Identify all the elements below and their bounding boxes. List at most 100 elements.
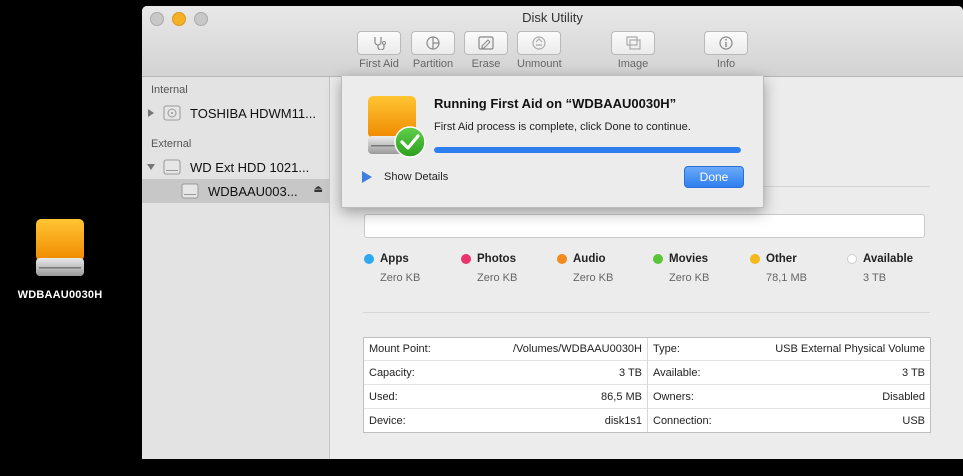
sidebar-item-label: WDBAAU003...: [208, 183, 298, 199]
desktop-drive-label: WDBAAU0030H: [17, 289, 103, 301]
info-value: 86,5 MB: [601, 391, 642, 403]
sheet-message: First Aid process is complete, click Don…: [434, 121, 691, 133]
usage-bar: [364, 214, 925, 238]
divider: [363, 312, 930, 313]
partition-button[interactable]: Partition: [411, 31, 455, 70]
info-value: 3 TB: [901, 367, 925, 379]
info-value: USB: [902, 414, 925, 427]
legend-photos: Photos Zero KB: [461, 253, 517, 284]
info-value: disk1s1: [604, 414, 642, 427]
sidebar-section-internal: Internal: [151, 84, 188, 96]
drive-checkmark-icon: [368, 96, 426, 158]
sidebar-item-external-disk[interactable]: WD Ext HDD 1021...: [142, 155, 329, 179]
sidebar-item-internal-disk[interactable]: TOSHIBA HDWM11...: [142, 101, 329, 125]
info-key: Capacity:: [369, 367, 415, 379]
info-row-owners: Owners: Disabled: [648, 386, 930, 409]
apps-color-dot: [364, 254, 374, 264]
info-button[interactable]: Info: [704, 31, 748, 70]
legend-label: Other: [766, 253, 797, 265]
sidebar-item-external-volume[interactable]: WDBAAU003... ⏏: [142, 179, 329, 203]
info-value: 3 TB: [618, 367, 642, 379]
erase-button[interactable]: Erase: [464, 31, 508, 70]
unmount-icon: [532, 36, 546, 50]
info-label: Info: [716, 58, 736, 70]
info-value: Disabled: [882, 391, 925, 403]
first-aid-button[interactable]: First Aid: [357, 31, 401, 70]
info-icon: [719, 36, 733, 50]
legend-value: 78,1 MB: [766, 272, 807, 284]
legend-label: Available: [863, 253, 914, 265]
audio-color-dot: [557, 254, 567, 264]
titlebar: Disk Utility First Aid Partition Erase U…: [142, 6, 963, 77]
legend-label: Apps: [380, 253, 409, 265]
desktop-drive-icon[interactable]: WDBAAU0030H: [10, 218, 110, 301]
sidebar-item-label: WD Ext HDD 1021...: [190, 159, 310, 175]
info-key: Used:: [369, 391, 398, 403]
first-aid-label: First Aid: [359, 58, 399, 70]
external-drive-icon: [36, 219, 84, 276]
info-row-device: Device: disk1s1: [364, 409, 647, 432]
disclosure-arrow-icon[interactable]: [362, 171, 372, 183]
eject-icon[interactable]: ⏏: [314, 184, 323, 195]
photos-color-dot: [461, 254, 471, 264]
partition-label: Partition: [412, 58, 454, 70]
show-details-disclosure[interactable]: Show Details: [362, 171, 448, 183]
internal-disk-icon: [163, 105, 181, 121]
info-key: Owners:: [653, 391, 694, 403]
available-color-dot: [847, 254, 857, 264]
info-row-mount-point: Mount Point: /Volumes/WDBAAU0030H: [364, 338, 647, 361]
legend-value: Zero KB: [477, 272, 518, 284]
erase-label: Erase: [471, 58, 501, 70]
info-value: USB External Physical Volume: [775, 343, 925, 355]
info-row-type: Type: USB External Physical Volume: [648, 338, 930, 361]
unmount-button[interactable]: Unmount: [517, 31, 562, 70]
legend-other: Other 78,1 MB: [750, 253, 807, 284]
info-value: /Volumes/WDBAAU0030H: [513, 343, 642, 355]
window-title: Disk Utility: [522, 10, 583, 25]
unmount-label: Unmount: [517, 58, 562, 70]
legend-value: Zero KB: [669, 272, 710, 284]
info-table: Mount Point: /Volumes/WDBAAU0030H Capacit…: [363, 337, 931, 433]
legend-label: Audio: [573, 253, 606, 265]
disclosure-triangle-right-icon[interactable]: [147, 109, 155, 117]
disk-utility-window: Disk Utility First Aid Partition Erase U…: [142, 6, 963, 459]
image-label: Image: [617, 58, 649, 70]
external-disk-icon: [163, 159, 181, 175]
legend-value: Zero KB: [573, 272, 614, 284]
legend-label: Photos: [477, 253, 516, 265]
legend-value: Zero KB: [380, 272, 421, 284]
erase-icon: [478, 36, 494, 50]
legend-available: Available 3 TB: [847, 253, 913, 284]
sidebar-section-external: External: [151, 138, 192, 150]
legend-label: Movies: [669, 253, 708, 265]
sidebar: Internal TOSHIBA HDWM11... External WD E…: [142, 77, 330, 459]
legend-audio: Audio Zero KB: [557, 253, 613, 284]
sidebar-item-label: TOSHIBA HDWM11...: [190, 105, 316, 121]
stethoscope-icon: [374, 37, 386, 50]
done-button[interactable]: Done: [684, 166, 744, 188]
info-row-used: Used: 86,5 MB: [364, 386, 647, 409]
volume-icon: [181, 183, 199, 199]
legend-apps: Apps Zero KB: [364, 253, 420, 284]
first-aid-sheet: Running First Aid on “WDBAAU0030H” First…: [341, 76, 764, 208]
other-color-dot: [750, 254, 760, 264]
info-key: Connection:: [653, 414, 712, 427]
partition-icon: [426, 36, 440, 50]
progress-fill: [434, 147, 741, 153]
legend-movies: Movies Zero KB: [653, 253, 709, 284]
image-button[interactable]: Image: [611, 31, 655, 70]
info-row-connection: Connection: USB: [648, 409, 930, 432]
sheet-title: Running First Aid on “WDBAAU0030H”: [434, 96, 677, 111]
info-key: Type:: [653, 343, 680, 355]
info-key: Available:: [653, 367, 701, 379]
legend-value: 3 TB: [863, 272, 887, 284]
movies-color-dot: [653, 254, 663, 264]
info-key: Device:: [369, 414, 406, 427]
show-details-label: Show Details: [384, 171, 449, 183]
image-icon: [626, 36, 641, 50]
info-row-available: Available: 3 TB: [648, 362, 930, 385]
info-row-capacity: Capacity: 3 TB: [364, 362, 647, 385]
info-key: Mount Point:: [369, 343, 431, 355]
first-aid-progress-bar: [434, 147, 741, 153]
disclosure-triangle-down-icon[interactable]: [147, 163, 155, 171]
